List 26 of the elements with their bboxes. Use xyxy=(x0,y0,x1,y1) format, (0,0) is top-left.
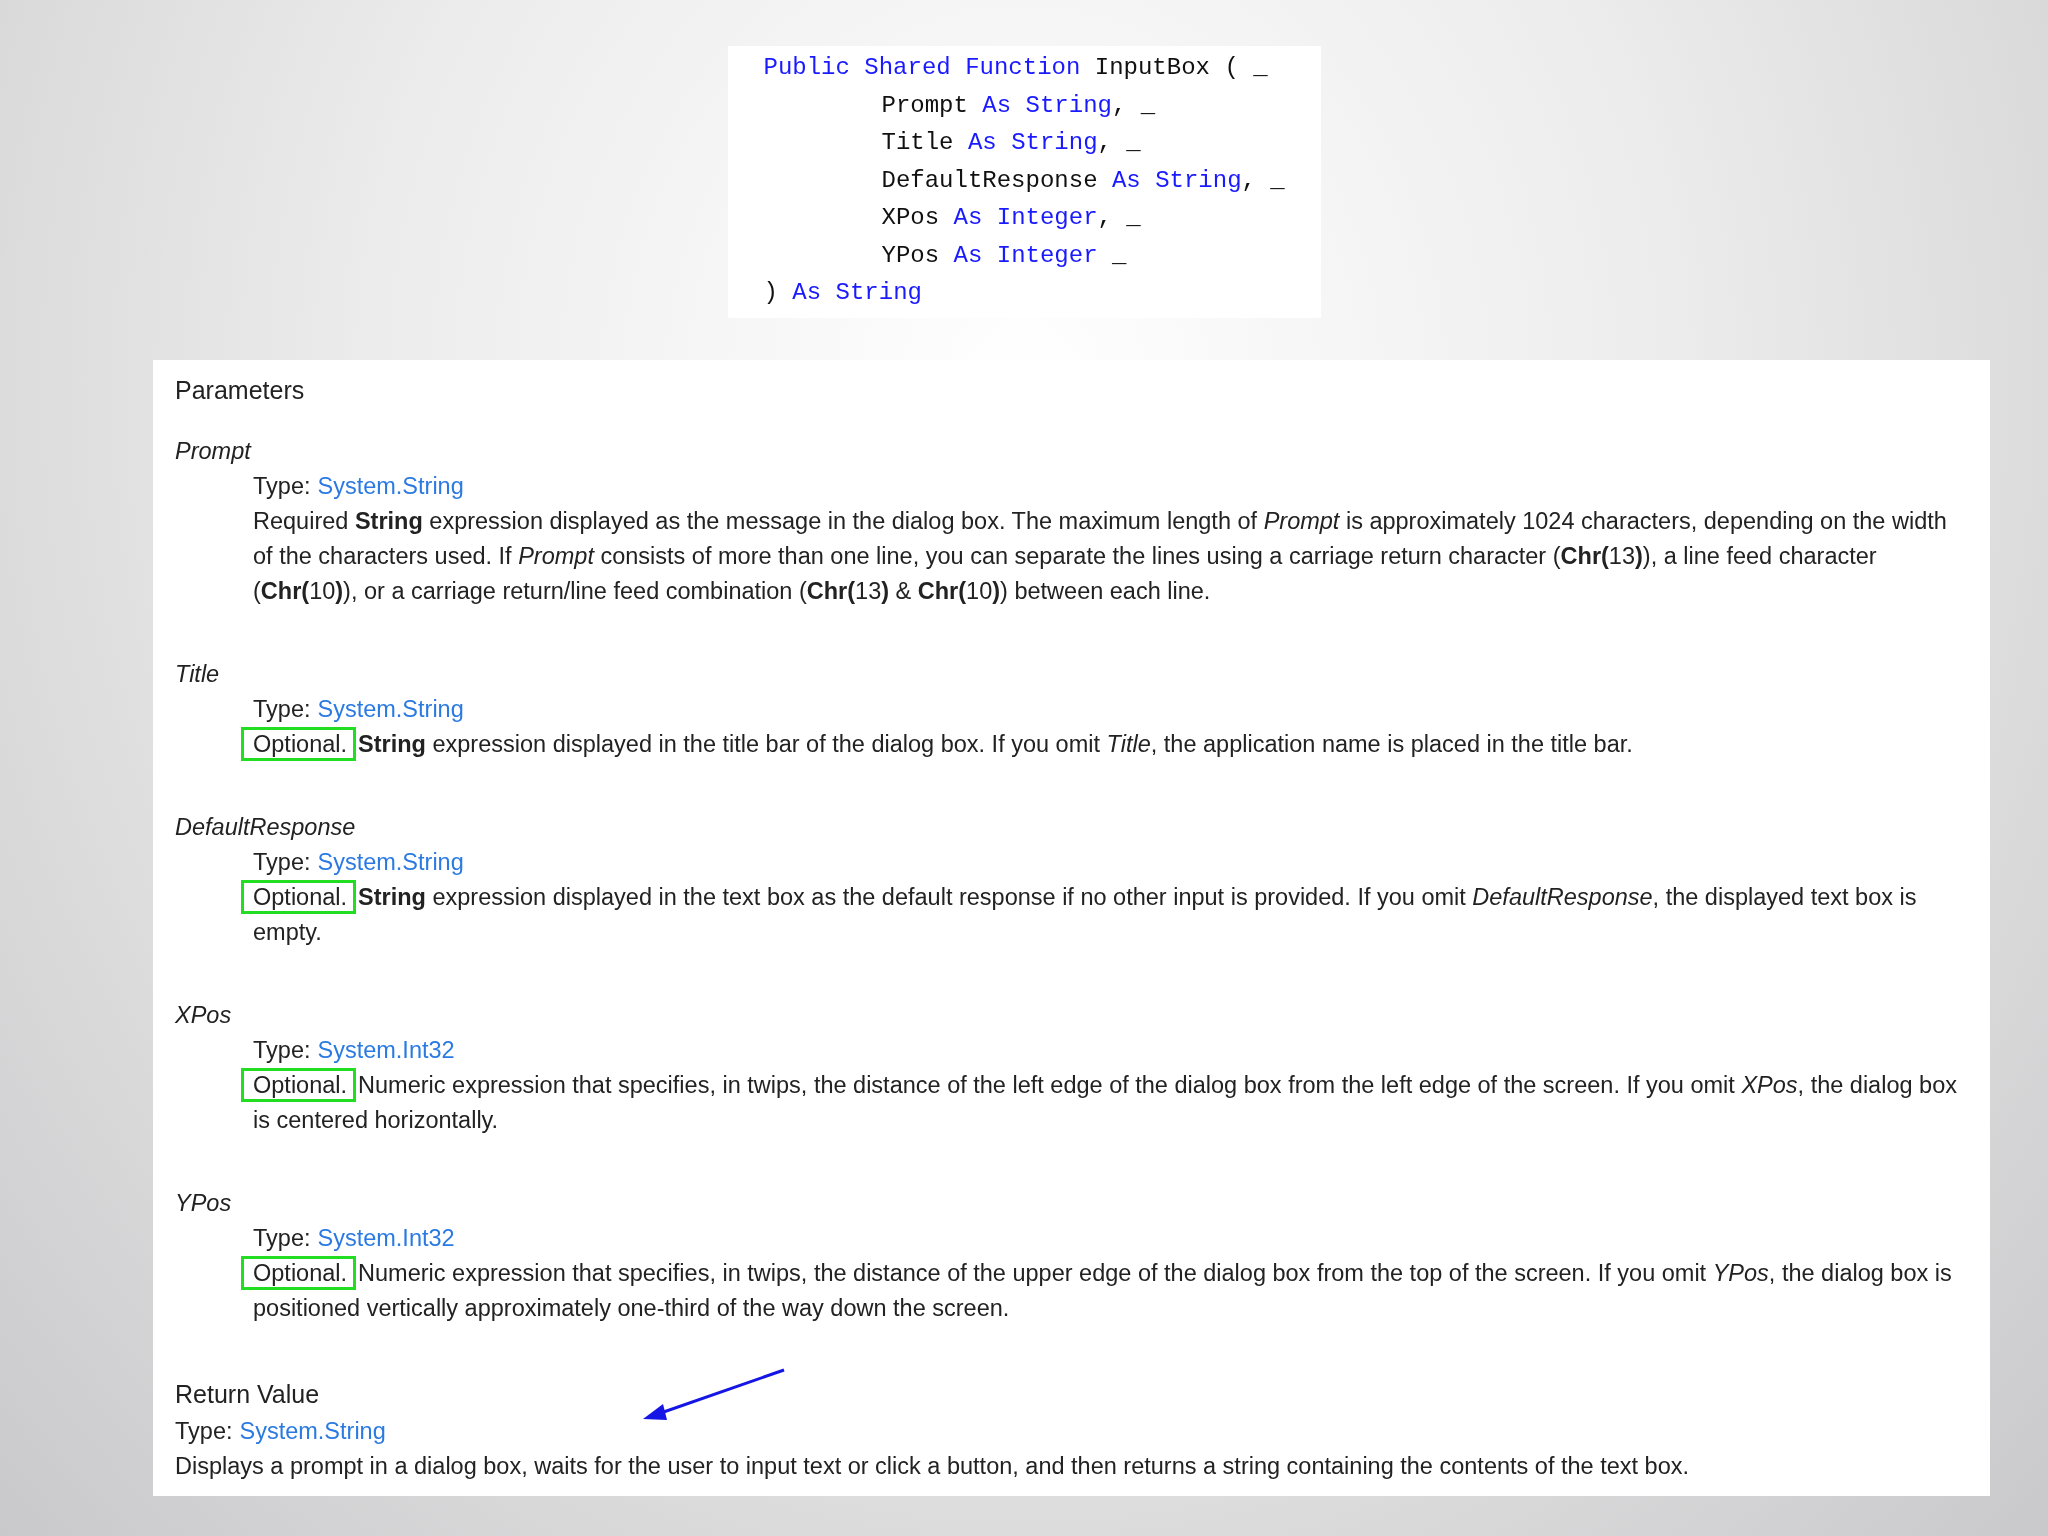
type-link[interactable]: System.String xyxy=(317,691,464,727)
parameter-name: XPos xyxy=(175,1000,232,1030)
type-label: Type: xyxy=(253,1035,311,1065)
type-link[interactable]: System.String xyxy=(317,844,464,880)
optional-label: Optional. xyxy=(241,879,357,914)
parameter-name: Title xyxy=(175,659,220,689)
return-description: Displays a prompt in a dialog box, waits for the user to input text or click a button, and then returns a string containing the contents of the text box. xyxy=(175,1451,1690,1481)
type-link[interactable]: System.String xyxy=(317,468,464,504)
type-link[interactable]: System.Int32 xyxy=(317,1220,455,1256)
type-link[interactable]: System.Int32 xyxy=(317,1032,455,1068)
parameter-name: DefaultResponse xyxy=(175,812,356,842)
optional-label: Optional. xyxy=(241,1255,357,1290)
type-label: Type: xyxy=(253,1223,311,1253)
type-label: Type: xyxy=(175,1416,233,1446)
optional-label: Optional. xyxy=(241,1067,357,1102)
parameter-name: Prompt xyxy=(175,436,251,466)
code-block: Public Shared Function InputBox ( _ Prompt As String, _ Title As String, _ DefaultResponse As String, _ XPos As Integer, _ YPos As Integer _ ) As String xyxy=(727,46,1321,318)
type-link[interactable]: System.String xyxy=(239,1413,386,1449)
type-label: Type: xyxy=(253,694,311,724)
type-label: Type: xyxy=(253,847,311,877)
type-label: Type: xyxy=(253,471,311,501)
parameter-name: YPos xyxy=(175,1188,232,1218)
parameter-description: Required String expression displayed as the message in the dialog box. The maximum length of Prompt is approximately 1024 characters, depending on the width of the characters used. If Prompt consists of more than one line, you can separate the lines using a carriage return character (Chr(13)), a line feed character (Chr(10)), or a carriage return/line feed combination (Chr(13) & Chr(10)) between each line. xyxy=(253,506,1948,606)
section-heading: Parameters xyxy=(175,374,305,406)
optional-label: Optional. xyxy=(241,726,357,761)
section-heading: Return Value xyxy=(175,1378,320,1410)
